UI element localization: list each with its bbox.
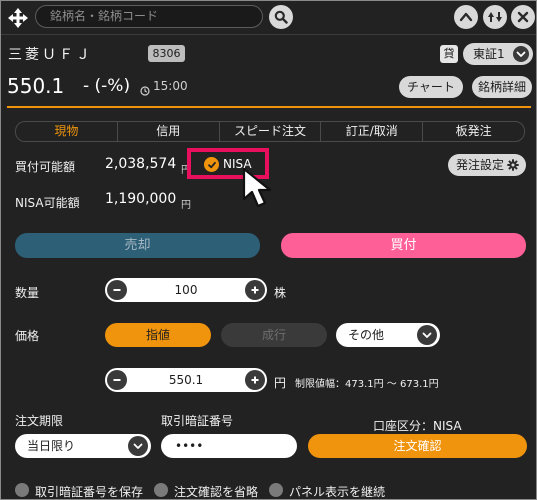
price-condition-value: その他 — [348, 328, 385, 342]
order-type-tabs: 現物 信用 スピード注文 訂正/取消 板発注 — [15, 121, 525, 142]
price-increment-button[interactable] — [245, 370, 265, 390]
tab-board-order[interactable]: 板発注 — [422, 122, 524, 141]
collapse-button[interactable] — [454, 5, 478, 29]
minus-icon — [113, 379, 121, 381]
quantity-increment-button[interactable] — [245, 280, 265, 300]
pin-input[interactable]: •••• — [161, 434, 297, 458]
quantity-label: 数量 — [15, 286, 40, 300]
chevron-up-icon — [459, 12, 473, 22]
price-decrement-button[interactable] — [107, 370, 127, 390]
price-unit: 円 — [274, 376, 287, 390]
mouse-cursor-icon — [241, 166, 281, 210]
buy-button[interactable]: 買付 — [281, 233, 526, 258]
stock-detail-button[interactable]: 銘柄詳細 — [472, 76, 532, 98]
price-condition-select[interactable]: その他 — [336, 323, 440, 347]
order-confirm-button[interactable]: 注文確認 — [308, 434, 527, 458]
order-settings-label: 発注設定 — [456, 158, 505, 172]
price-limit-range: 制限値幅：473.1円 〜 673.1円 — [295, 379, 439, 390]
market-order-button[interactable]: 成行 — [221, 323, 327, 347]
nisa-checkbox[interactable] — [204, 157, 219, 172]
expiry-value: 当日限り — [27, 439, 76, 453]
chart-button[interactable]: チャート — [399, 76, 463, 98]
nisa-power-unit: 円 — [181, 200, 191, 211]
chevron-down-icon — [417, 325, 437, 345]
pin-label: 取引暗証番号 — [161, 414, 234, 428]
nisa-power-value: 1,190,000 — [105, 191, 177, 207]
lending-badge: 貸 — [440, 45, 458, 63]
search-button[interactable] — [269, 5, 293, 29]
skip-confirm-label[interactable]: 注文確認を省略 — [174, 483, 258, 499]
quantity-unit: 株 — [274, 286, 287, 300]
quantity-value: 100 — [174, 283, 198, 297]
price-label: 価格 — [15, 329, 40, 343]
limit-order-button[interactable]: 指値 — [105, 323, 211, 347]
expiry-label: 注文期限 — [15, 414, 64, 428]
buying-power-value: 2,038,574 — [105, 156, 177, 172]
clock-icon — [140, 81, 150, 96]
check-icon — [207, 161, 216, 168]
search-icon — [274, 10, 288, 24]
current-price: 550.1 — [7, 74, 65, 98]
stock-name: 三菱ＵＦＪ — [8, 47, 93, 63]
divider — [1, 34, 536, 35]
stock-code-badge: 8306 — [148, 45, 185, 62]
order-settings-button[interactable]: 発注設定 — [448, 154, 526, 176]
tab-cash[interactable]: 現物 — [16, 122, 117, 141]
keep-panel-checkbox[interactable] — [269, 483, 283, 497]
expiry-select[interactable]: 当日限り — [15, 434, 151, 458]
chevron-down-icon — [128, 436, 148, 456]
quantity-decrement-button[interactable] — [107, 280, 127, 300]
swap-button[interactable] — [483, 5, 507, 29]
tab-speed-order[interactable]: スピード注文 — [218, 122, 321, 141]
skip-confirm-checkbox[interactable] — [154, 483, 168, 497]
price-value: 550.1 — [168, 373, 204, 387]
save-pin-checkbox[interactable] — [15, 483, 29, 497]
swap-arrows-icon — [488, 12, 502, 22]
chevron-down-icon — [513, 46, 529, 62]
price-change: - (-%) — [83, 76, 131, 96]
move-icon[interactable] — [7, 7, 29, 29]
close-button[interactable] — [511, 5, 535, 29]
gear-icon — [507, 159, 519, 171]
account-type-label: 口座区分：NISA — [373, 419, 462, 433]
buying-power-label: 買付可能額 — [15, 160, 76, 174]
plus-icon — [251, 286, 259, 294]
accent-divider — [7, 106, 531, 108]
tab-modify-cancel[interactable]: 訂正/取消 — [320, 122, 422, 141]
search-input[interactable]: 銘柄名・銘柄コード — [35, 5, 263, 28]
close-icon — [517, 11, 529, 23]
market-select[interactable]: 東証1 — [463, 43, 533, 65]
sell-button[interactable]: 売却 — [15, 233, 260, 258]
plus-icon — [251, 376, 259, 384]
keep-panel-label[interactable]: パネル表示を継続 — [289, 483, 385, 499]
quantity-stepper[interactable]: 100 — [105, 278, 267, 302]
nisa-power-label: NISA可能額 — [15, 196, 80, 210]
price-time: 15:00 — [153, 79, 188, 93]
market-select-value: 東証1 — [473, 47, 505, 61]
order-panel: 銘柄名・銘柄コード 三菱ＵＦＪ 8306 貸 東証1 550.1 - (-%) … — [0, 0, 537, 500]
minus-icon — [113, 289, 121, 291]
tab-margin[interactable]: 信用 — [116, 122, 219, 141]
save-pin-label[interactable]: 取引暗証番号を保存 — [35, 483, 143, 499]
price-stepper[interactable]: 550.1 — [105, 368, 267, 392]
